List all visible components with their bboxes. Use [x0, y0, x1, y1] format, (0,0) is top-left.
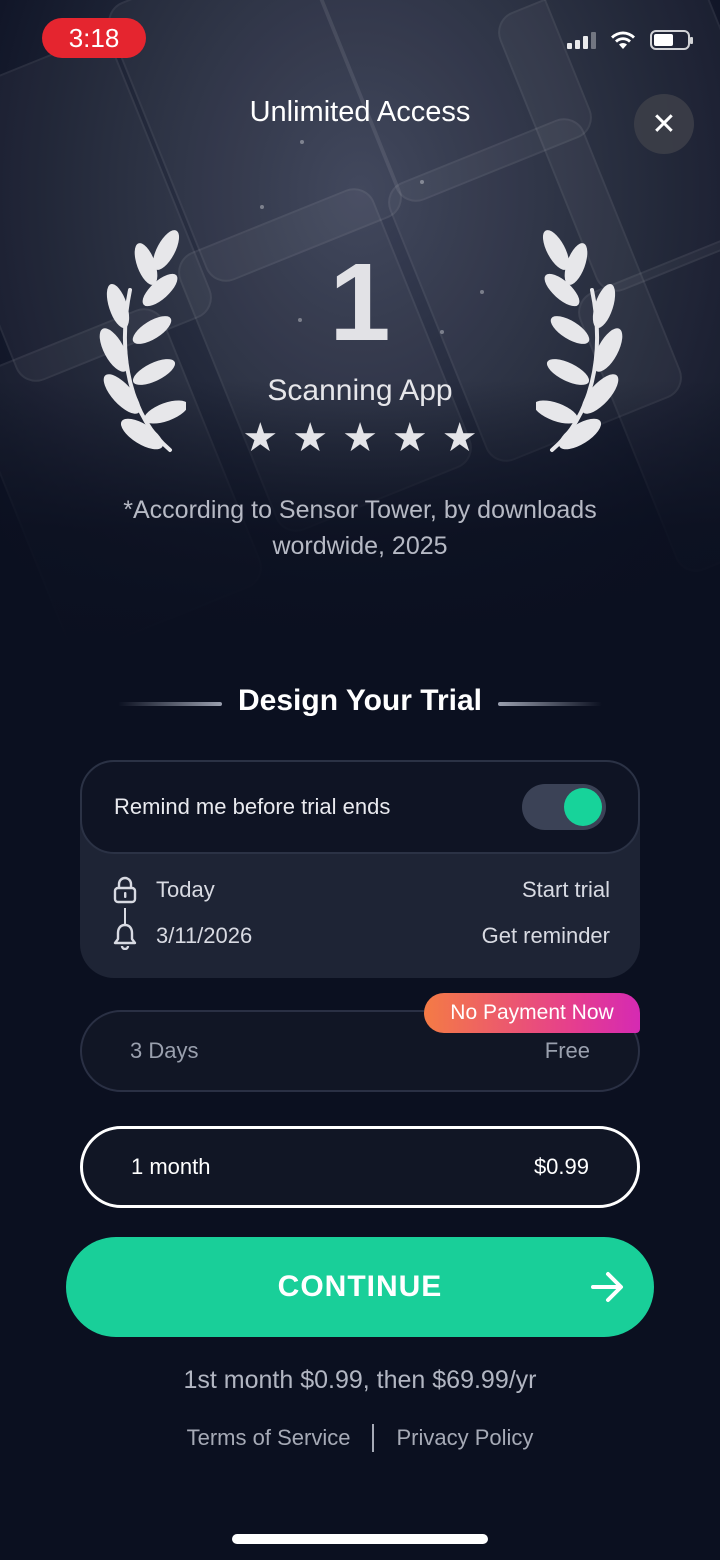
divider-right — [498, 702, 602, 706]
plan-price: Free — [544, 1038, 590, 1063]
timeline-item-today: Today Start trial — [112, 876, 610, 904]
timeline-item-reminder: 3/11/2026 Get reminder — [112, 922, 610, 950]
plan-name: 3 Days — [130, 1038, 199, 1063]
timeline-date: 3/11/2026 — [156, 923, 253, 948]
page-title: Unlimited Access — [249, 96, 471, 128]
timeline-date: Today — [156, 877, 215, 902]
rating-stars: ★ ★ ★ ★ ★ — [0, 418, 720, 458]
star-icon: ★ — [342, 416, 378, 460]
link-separator — [372, 1424, 375, 1452]
star-icon: ★ — [441, 416, 478, 460]
close-icon: ✕ — [651, 107, 677, 141]
timeline-action: Get reminder — [481, 923, 610, 948]
section-title: Design Your Trial — [238, 684, 482, 717]
continue-button[interactable]: CONTINUE — [66, 1237, 654, 1337]
battery-icon — [650, 30, 693, 50]
star-icon: ★ — [292, 416, 329, 460]
lock-icon — [113, 876, 137, 904]
status-time: 3:18 — [42, 18, 146, 58]
no-payment-badge: No Payment Now — [424, 993, 640, 1033]
home-indicator — [232, 1534, 488, 1544]
terms-link[interactable]: Terms of Service — [187, 1425, 351, 1451]
timeline-action: Start trial — [521, 877, 610, 902]
reminder-label: Remind me before trial ends — [114, 794, 391, 819]
reminder-row: Remind me before trial ends — [80, 760, 640, 854]
reminder-toggle[interactable] — [522, 784, 606, 830]
bell-icon — [113, 923, 137, 950]
star-icon: ★ — [242, 416, 279, 460]
source-note: *According to Sensor Tower, by downloads… — [123, 496, 597, 560]
star-icon: ★ — [391, 416, 428, 460]
price-note: 1st month $0.99, then $69.99/yr — [183, 1366, 537, 1394]
status-icons — [567, 30, 693, 50]
award-rank: 1 — [329, 241, 391, 364]
plan-option-1-month[interactable]: 1 month $0.99 — [80, 1126, 640, 1208]
continue-label: CONTINUE — [277, 1270, 443, 1303]
plan-price: $0.99 — [533, 1154, 589, 1179]
signal-icon — [567, 31, 596, 49]
award-label: Scanning App — [267, 374, 453, 407]
close-button[interactable]: ✕ — [634, 94, 694, 154]
trial-card: Remind me before trial ends Today Start … — [80, 760, 640, 978]
legal-links: Terms of Service Privacy Policy — [0, 1424, 720, 1452]
privacy-link[interactable]: Privacy Policy — [396, 1425, 533, 1451]
arrow-right-icon — [591, 1272, 623, 1302]
plan-name: 1 month — [131, 1154, 211, 1179]
wifi-icon — [611, 31, 635, 49]
